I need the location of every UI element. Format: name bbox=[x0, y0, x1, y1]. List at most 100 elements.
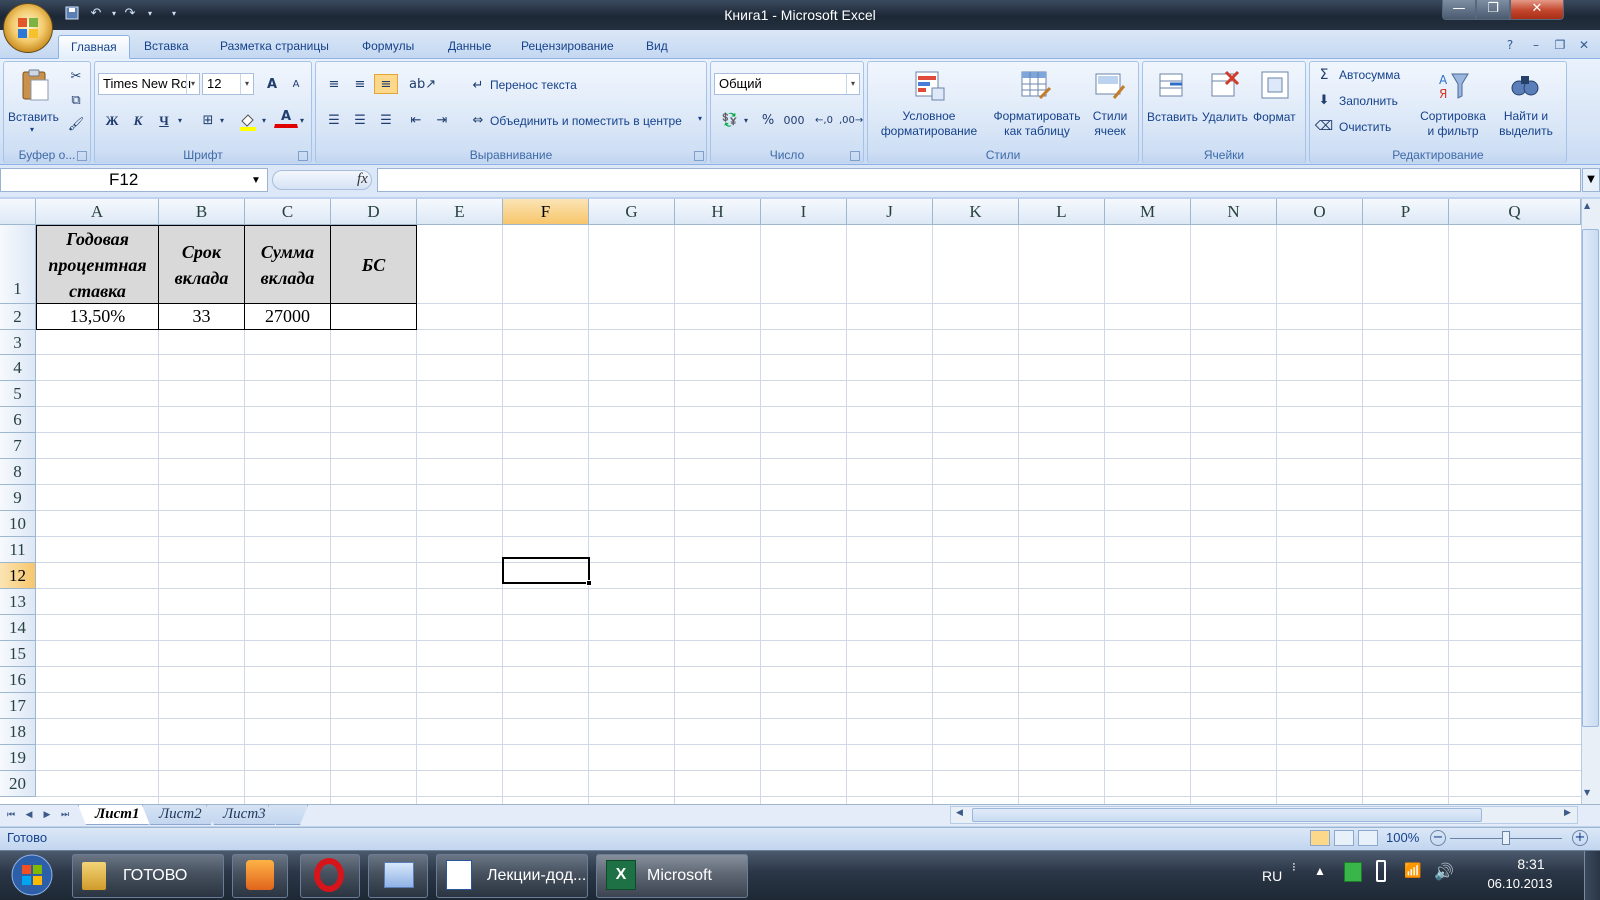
row-header-18[interactable]: 18 bbox=[0, 719, 36, 745]
row-header-5[interactable]: 5 bbox=[0, 381, 36, 407]
expand-formula-bar-icon[interactable]: ▼ bbox=[1582, 168, 1600, 192]
shrink-font-button[interactable]: A bbox=[284, 74, 308, 94]
next-sheet-icon[interactable]: ▶ bbox=[40, 808, 54, 822]
borders-dropdown-icon[interactable]: ▾ bbox=[216, 110, 228, 130]
active-cell[interactable] bbox=[502, 557, 590, 584]
find-select-button[interactable]: Найти и выделить bbox=[1494, 109, 1558, 139]
find-select-icon[interactable] bbox=[1508, 68, 1542, 105]
sort-filter-button[interactable]: Сортировка и фильтр bbox=[1412, 109, 1494, 139]
column-header-p[interactable]: P bbox=[1363, 199, 1449, 225]
volume-icon[interactable]: 🔊 bbox=[1434, 862, 1454, 882]
row-header-1[interactable]: 1 bbox=[0, 225, 36, 304]
font-color-button[interactable]: A bbox=[274, 108, 298, 128]
row-header-15[interactable]: 15 bbox=[0, 641, 36, 667]
format-as-table-button[interactable]: Форматировать как таблицу bbox=[988, 109, 1086, 139]
row-header-13[interactable]: 13 bbox=[0, 589, 36, 615]
align-top-icon[interactable]: ≡ bbox=[322, 74, 346, 94]
page-break-view-icon[interactable] bbox=[1358, 830, 1378, 846]
align-middle-icon[interactable]: ≡ bbox=[348, 74, 372, 94]
autosum-icon[interactable]: Σ bbox=[1312, 64, 1336, 84]
scroll-left-icon[interactable]: ◀ bbox=[956, 808, 963, 818]
format-as-table-icon[interactable] bbox=[1018, 68, 1052, 105]
merge-center-icon[interactable]: ⇔ bbox=[466, 110, 490, 130]
row-header-7[interactable]: 7 bbox=[0, 433, 36, 459]
app-tray-icon[interactable] bbox=[1344, 862, 1362, 882]
cell-d2[interactable] bbox=[330, 303, 417, 330]
row-header-4[interactable]: 4 bbox=[0, 355, 36, 381]
normal-view-icon[interactable] bbox=[1310, 830, 1330, 846]
name-box-dropdown-icon[interactable]: ▼ bbox=[251, 170, 261, 192]
scroll-right-icon[interactable]: ▶ bbox=[1564, 808, 1571, 818]
merge-dropdown-icon[interactable]: ▾ bbox=[698, 114, 702, 123]
clear-button[interactable]: Очистить bbox=[1339, 120, 1391, 134]
office-button[interactable] bbox=[3, 3, 53, 53]
align-bottom-icon[interactable]: ≡ bbox=[374, 74, 398, 94]
insert-function-button[interactable]: fx bbox=[357, 171, 368, 188]
currency-dropdown-icon[interactable]: ▾ bbox=[740, 110, 752, 130]
select-all-button[interactable] bbox=[0, 199, 36, 225]
fill-color-icon[interactable] bbox=[236, 110, 260, 131]
clear-icon[interactable]: ⌫ bbox=[1312, 116, 1336, 136]
column-header-j[interactable]: J bbox=[847, 199, 933, 225]
column-header-m[interactable]: M bbox=[1105, 199, 1191, 225]
align-right-icon[interactable]: ☰ bbox=[374, 110, 398, 130]
alignment-launcher-icon[interactable] bbox=[694, 151, 704, 161]
increase-decimal-icon[interactable]: ←,0 bbox=[812, 110, 836, 130]
cell-d1[interactable]: БС bbox=[330, 225, 417, 304]
row-header-2[interactable]: 2 bbox=[0, 304, 36, 330]
tab-view[interactable]: Вид bbox=[634, 35, 680, 59]
start-button[interactable] bbox=[6, 852, 58, 898]
autosum-button[interactable]: Автосумма bbox=[1339, 68, 1400, 82]
prev-sheet-icon[interactable]: ◀ bbox=[22, 808, 36, 822]
keyboard-icon[interactable]: ⁝ bbox=[1292, 860, 1296, 874]
align-center-icon[interactable]: ☰ bbox=[348, 110, 372, 130]
row-header-8[interactable]: 8 bbox=[0, 459, 36, 485]
font-name-combo[interactable]: Times New Roı ▾ bbox=[98, 73, 200, 95]
close-button[interactable]: ✕ bbox=[1510, 0, 1564, 20]
underline-button[interactable]: Ч bbox=[152, 110, 176, 130]
row-header-17[interactable]: 17 bbox=[0, 693, 36, 719]
font-launcher-icon[interactable] bbox=[298, 151, 308, 161]
format-painter-icon[interactable]: 🖌 bbox=[64, 114, 88, 134]
conditional-formatting-button[interactable]: Условное форматирование bbox=[870, 109, 988, 139]
help-icon[interactable]: ? bbox=[1502, 37, 1518, 53]
delete-cells-button[interactable]: Удалить bbox=[1202, 110, 1248, 124]
grow-font-button[interactable]: A bbox=[260, 74, 284, 94]
show-desktop-button[interactable] bbox=[1584, 851, 1600, 900]
network-icon[interactable]: 📶 bbox=[1404, 862, 1421, 879]
insert-cells-button[interactable]: Вставить bbox=[1147, 110, 1198, 124]
increase-indent-icon[interactable]: ⇥ bbox=[430, 110, 454, 130]
column-header-l[interactable]: L bbox=[1019, 199, 1105, 225]
row-header-14[interactable]: 14 bbox=[0, 615, 36, 641]
column-header-i[interactable]: I bbox=[761, 199, 847, 225]
maximize-button[interactable]: ❐ bbox=[1476, 0, 1510, 20]
tab-data[interactable]: Данные bbox=[436, 35, 503, 59]
align-left-icon[interactable]: ☰ bbox=[322, 110, 346, 130]
last-sheet-icon[interactable]: ⏭ bbox=[58, 808, 72, 822]
column-header-g[interactable]: G bbox=[589, 199, 675, 225]
paste-button[interactable]: Вставить bbox=[8, 110, 59, 124]
decrease-indent-icon[interactable]: ⇤ bbox=[404, 110, 428, 130]
column-header-d[interactable]: D bbox=[331, 199, 417, 225]
vertical-scroll-thumb[interactable] bbox=[1582, 229, 1599, 727]
number-format-combo[interactable]: Общий ▾ bbox=[714, 73, 860, 95]
tab-formulas[interactable]: Формулы bbox=[350, 35, 426, 59]
cell-styles-button[interactable]: Стили ячеек bbox=[1086, 109, 1134, 139]
currency-icon[interactable]: 💱 bbox=[718, 110, 742, 130]
cell-a2[interactable]: 13,50% bbox=[36, 303, 159, 330]
italic-button[interactable]: К bbox=[126, 110, 150, 130]
row-header-19[interactable]: 19 bbox=[0, 745, 36, 771]
minimize-button[interactable]: — bbox=[1442, 0, 1476, 20]
cell-styles-icon[interactable] bbox=[1092, 68, 1126, 105]
zoom-level[interactable]: 100% bbox=[1386, 830, 1419, 845]
sheet-tab-2[interactable]: Лист2 bbox=[142, 805, 219, 825]
format-cells-button[interactable]: Формат bbox=[1253, 110, 1296, 124]
chevron-down-icon[interactable]: ▾ bbox=[240, 74, 253, 94]
sort-filter-icon[interactable]: АЯ bbox=[1436, 68, 1470, 105]
cut-icon[interactable]: ✂ bbox=[64, 66, 88, 86]
column-header-o[interactable]: O bbox=[1277, 199, 1363, 225]
row-header-16[interactable]: 16 bbox=[0, 667, 36, 693]
cell-a1[interactable]: Годовая процентная ставка bbox=[36, 225, 159, 304]
battery-icon[interactable] bbox=[1376, 860, 1386, 882]
worksheet-grid[interactable]: A B C D E F G H I J K L M N O P Q 1 2 3 … bbox=[0, 199, 1581, 804]
